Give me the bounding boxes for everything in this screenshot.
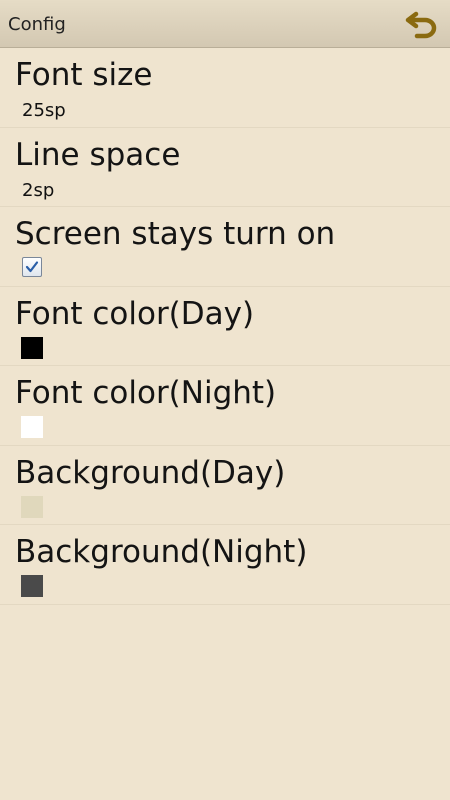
title-bar: Config (0, 0, 450, 48)
color-swatch (21, 416, 43, 438)
setting-label: Font color(Night) (15, 375, 277, 411)
setting-label: Screen stays turn on (15, 216, 336, 252)
setting-font-size[interactable]: Font size 25sp (0, 48, 450, 128)
setting-font-color-day[interactable]: Font color(Day) (0, 287, 450, 366)
back-button[interactable] (404, 6, 440, 42)
setting-value: 25sp (22, 100, 66, 121)
settings-list: Font size 25sp Line space 2sp Screen sta… (0, 48, 450, 605)
setting-label: Font color(Day) (15, 295, 255, 332)
setting-label: Background(Night) (15, 534, 308, 570)
setting-background-night[interactable]: Background(Night) (0, 525, 450, 605)
screen-on-checkbox[interactable] (22, 257, 42, 277)
color-swatch (21, 336, 43, 359)
page-title: Config (8, 14, 66, 35)
setting-label: Font size (15, 57, 153, 93)
setting-background-day[interactable]: Background(Day) (0, 446, 450, 525)
setting-label: Line space (15, 136, 181, 173)
color-swatch (21, 495, 43, 518)
checkmark-icon (25, 261, 39, 273)
setting-line-space[interactable]: Line space 2sp (0, 128, 450, 207)
color-swatch (21, 575, 43, 597)
setting-label: Background(Day) (15, 454, 286, 491)
setting-font-color-night[interactable]: Font color(Night) (0, 366, 450, 446)
back-arrow-icon (405, 11, 437, 39)
setting-value: 2sp (22, 179, 55, 201)
setting-screen-stays-on[interactable]: Screen stays turn on (0, 207, 450, 287)
